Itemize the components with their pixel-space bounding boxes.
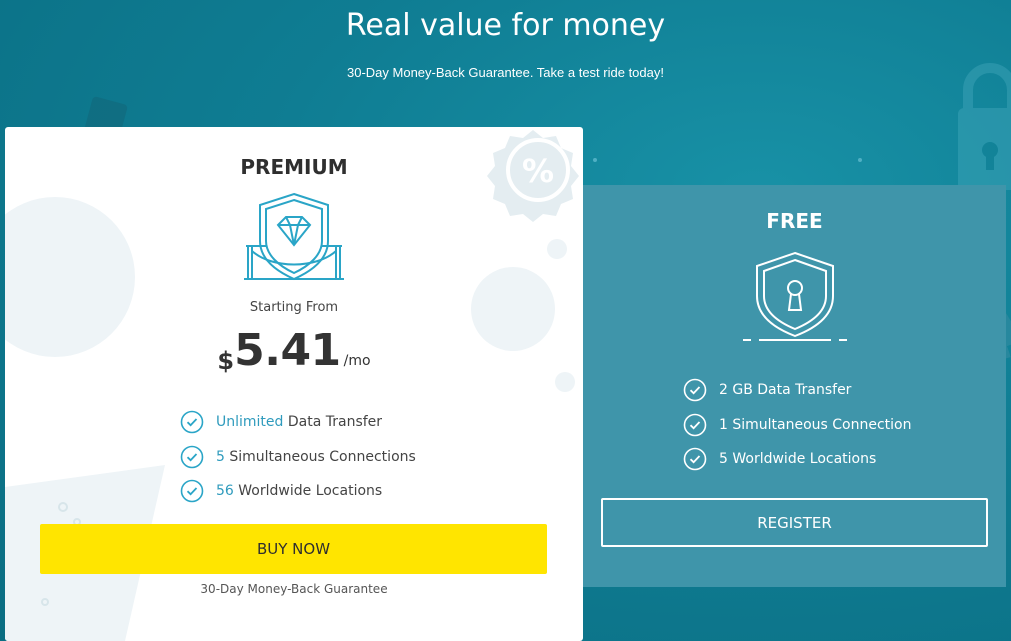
page-title: Real value for money [345,8,666,43]
padlock-icon [958,63,1011,190]
feature-highlight: Unlimited [216,414,284,431]
free-feature-list: 2 GB Data Transfer 1 Simultaneous Connec… [683,373,912,477]
free-plan-name: FREE [766,209,823,233]
premium-feature-list: Unlimited Data Transfer 5 Simultaneous C… [180,405,416,509]
guarantee-note: 30-Day Money-Back Guarantee [200,582,388,596]
feature-item: 5 Simultaneous Connections [180,440,416,475]
check-circle-icon [180,479,204,503]
buy-now-button[interactable]: BUY NOW [40,524,547,574]
check-circle-icon [683,378,707,402]
premium-price: $5.41/mo [5,325,583,376]
premium-plan-card: % PREMIUM Starting From $5.41/mo Unlimit… [5,127,583,641]
keyhole-shield-icon [743,251,847,341]
feature-item: 2 GB Data Transfer [683,373,912,408]
price-currency: $ [217,347,235,375]
feature-text: Simultaneous Connections [224,448,416,465]
check-circle-icon [683,413,707,437]
price-period: /mo [343,353,371,369]
feature-text: Worldwide Locations [233,483,383,500]
feature-item: 1 Simultaneous Connection [683,408,912,443]
feature-item: Unlimited Data Transfer [180,405,416,440]
register-button[interactable]: REGISTER [601,498,988,547]
feature-highlight: 5 [216,448,225,465]
free-plan-card: FREE 2 GB Data Transfer 1 Simultaneous C… [583,185,1006,587]
page-subtitle: 30-Day Money-Back Guarantee. Take a test… [347,65,664,80]
price-amount: 5.41 [234,325,341,376]
check-circle-icon [180,410,204,434]
check-circle-icon [180,445,204,469]
feature-text: 1 Simultaneous Connection [719,416,912,433]
feature-item: 56 Worldwide Locations [180,474,416,509]
feature-text: 2 GB Data Transfer [719,382,852,399]
feature-item: 5 Worldwide Locations [683,442,912,477]
starting-from-label: Starting From [249,300,339,315]
check-circle-icon [683,447,707,471]
feature-text: Data Transfer [283,414,383,431]
premium-plan-name: PREMIUM [240,155,348,179]
diamond-shield-icon [244,192,344,281]
feature-text: 5 Worldwide Locations [719,451,877,468]
feature-highlight: 56 [216,483,234,500]
